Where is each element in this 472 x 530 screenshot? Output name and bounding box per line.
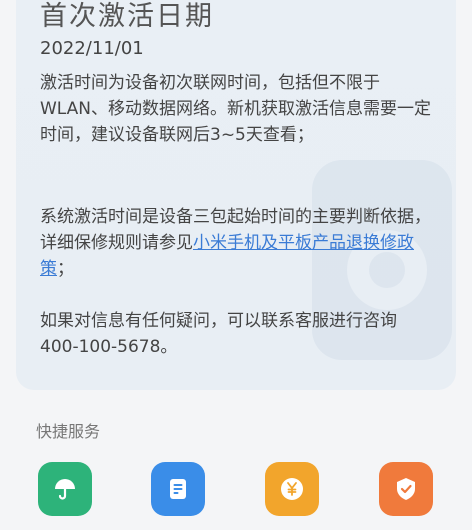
contact-description: 如果对信息有任何疑问，可以联系客服进行咨询400-100-5678。 (40, 311, 397, 357)
activation-info-card: 首次激活日期 2022/11/01 激活时间为设备初次联网时间，包括但不限于WL… (16, 0, 456, 390)
check-badge-icon (397, 478, 415, 500)
quick-service-document-button[interactable] (151, 462, 205, 516)
umbrella-icon (55, 479, 75, 500)
page-title: 首次激活日期 (40, 1, 214, 32)
document-icon (170, 479, 186, 499)
activation-description: 激活时间为设备初次联网时间，包括但不限于WLAN、移动数据网络。新机获取激活信息… (40, 73, 432, 145)
yen-coin-icon (281, 478, 303, 500)
quick-services-title: 快捷服务 (36, 422, 101, 441)
warranty-text-end: ； (57, 259, 74, 279)
activation-date: 2022/11/01 (40, 38, 144, 59)
quick-service-verify-button[interactable] (379, 462, 433, 516)
quick-service-price-button[interactable] (265, 462, 319, 516)
warranty-description: 系统激活时间是设备三包起始时间的主要判断依据，详细保修规则请参见小米手机及平板产… (40, 204, 432, 282)
quick-service-insurance-button[interactable] (38, 462, 92, 516)
